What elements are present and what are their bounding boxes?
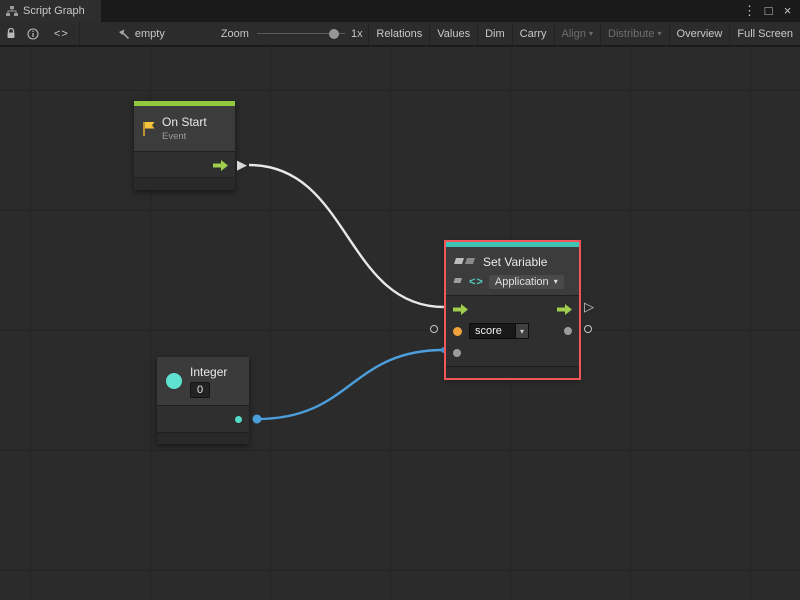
integer-fields: Integer 0	[190, 365, 227, 398]
exec-port-row	[453, 298, 572, 320]
integer-output-port[interactable]	[235, 416, 242, 423]
wire-exec[interactable]	[249, 165, 444, 307]
code-preview-toggle[interactable]: <>	[44, 28, 79, 40]
on-start-titles: On Start Event	[162, 115, 207, 142]
window-menu-icon[interactable]: ⋮	[740, 0, 759, 22]
input-hollow-circle[interactable]	[430, 325, 438, 333]
zoom-label: Zoom	[221, 28, 249, 40]
integer-header: Integer 0	[157, 357, 249, 405]
variable-name-dropdown[interactable]: score ▾	[469, 323, 529, 339]
info-button[interactable]	[22, 22, 44, 45]
full-screen-button[interactable]: Full Screen	[729, 22, 800, 45]
node-title: Integer	[190, 365, 227, 379]
toolbar-buttons: Relations Values Dim Carry Align ▾ Distr…	[368, 22, 800, 45]
carry-button[interactable]: Carry	[512, 22, 554, 45]
integer-value-field[interactable]: 0	[190, 382, 210, 398]
output-hollow-circle[interactable]	[584, 325, 592, 333]
scope-icon	[453, 276, 464, 288]
on-start-footer	[134, 177, 235, 190]
chevron-down-icon: ▾	[554, 278, 558, 286]
exec-connector-triangle[interactable]: ▶	[237, 158, 247, 171]
zoom-slider-thumb[interactable]	[329, 29, 339, 39]
variables-icon	[453, 256, 477, 268]
chevron-down-icon: ▾	[658, 30, 662, 38]
node-title: Set Variable	[483, 255, 547, 269]
set-variable-title-row: Set Variable	[453, 253, 572, 270]
exec-out-hollow-triangle[interactable]: ▷	[584, 300, 594, 313]
maximize-icon[interactable]: □	[759, 0, 778, 22]
align-button[interactable]: Align ▾	[554, 22, 600, 45]
node-integer[interactable]: Integer 0	[157, 357, 249, 444]
chevron-down-icon: ▾	[589, 30, 593, 38]
window-titlebar: Script Graph ⋮ □ ×	[0, 0, 800, 22]
zoom-slider[interactable]	[257, 22, 345, 46]
exec-input-port[interactable]	[453, 304, 468, 315]
lock-button[interactable]	[0, 22, 22, 45]
values-button[interactable]: Values	[429, 22, 477, 45]
wires-layer	[0, 47, 800, 600]
graph-icon	[6, 6, 18, 17]
variable-name-input-port[interactable]	[453, 327, 462, 336]
graph-toolbar: <> empty Zoom 1x Relations Values Dim Ca…	[0, 22, 800, 46]
value-input-port[interactable]	[453, 349, 461, 357]
set-variable-header: Set Variable <> Application ▾	[446, 247, 579, 295]
chevron-down-icon: ▾	[515, 323, 529, 339]
on-start-header: On Start Event	[134, 106, 235, 151]
overview-button[interactable]: Overview	[669, 22, 730, 45]
angle-brackets-icon: <>	[469, 276, 484, 288]
exec-output-port[interactable]	[213, 160, 228, 171]
toolbar-separator	[79, 22, 80, 45]
tab-title: Script Graph	[23, 5, 85, 17]
window-controls: ⋮ □ ×	[740, 0, 800, 22]
flag-icon	[142, 121, 155, 137]
zoom-value: 1x	[351, 28, 363, 40]
variable-name-value: score	[469, 323, 515, 339]
variable-scope-dropdown[interactable]: Application ▾	[489, 275, 564, 289]
node-title: On Start	[162, 115, 207, 129]
info-icon	[27, 28, 39, 40]
node-on-start[interactable]: On Start Event	[134, 101, 235, 190]
node-set-variable[interactable]: Set Variable <> Application ▾	[446, 242, 579, 378]
integer-footer	[157, 432, 249, 444]
node-subtitle: Event	[162, 131, 207, 142]
close-icon[interactable]: ×	[778, 0, 797, 22]
selection-breadcrumb[interactable]: empty	[110, 28, 173, 40]
value-output-port[interactable]	[564, 327, 572, 335]
unity-visual-scripting-window: { "window": { "tab_title": "Script Graph…	[0, 0, 800, 600]
lock-icon	[6, 28, 16, 39]
integer-type-icon	[166, 373, 182, 389]
integer-ports	[157, 405, 249, 432]
set-variable-ports: score ▾	[446, 295, 579, 366]
selection-label: empty	[135, 28, 165, 40]
cursor-icon	[118, 28, 130, 40]
variable-name-row: score ▾	[453, 320, 572, 342]
scope-value: Application	[495, 276, 549, 288]
wire-value-start-dot[interactable]	[253, 415, 262, 424]
graph-canvas[interactable]: On Start Event ▶ Set Variable	[0, 47, 800, 600]
dim-button[interactable]: Dim	[477, 22, 512, 45]
value-input-row	[453, 342, 572, 364]
distribute-button[interactable]: Distribute ▾	[600, 22, 668, 45]
wire-value[interactable]	[257, 350, 444, 419]
tab-script-graph[interactable]: Script Graph	[0, 0, 101, 22]
on-start-ports	[134, 151, 235, 177]
exec-output-port[interactable]	[557, 304, 572, 315]
relations-button[interactable]: Relations	[368, 22, 429, 45]
set-variable-footer	[446, 366, 579, 378]
set-variable-scope-row: <> Application ▾	[453, 273, 572, 290]
